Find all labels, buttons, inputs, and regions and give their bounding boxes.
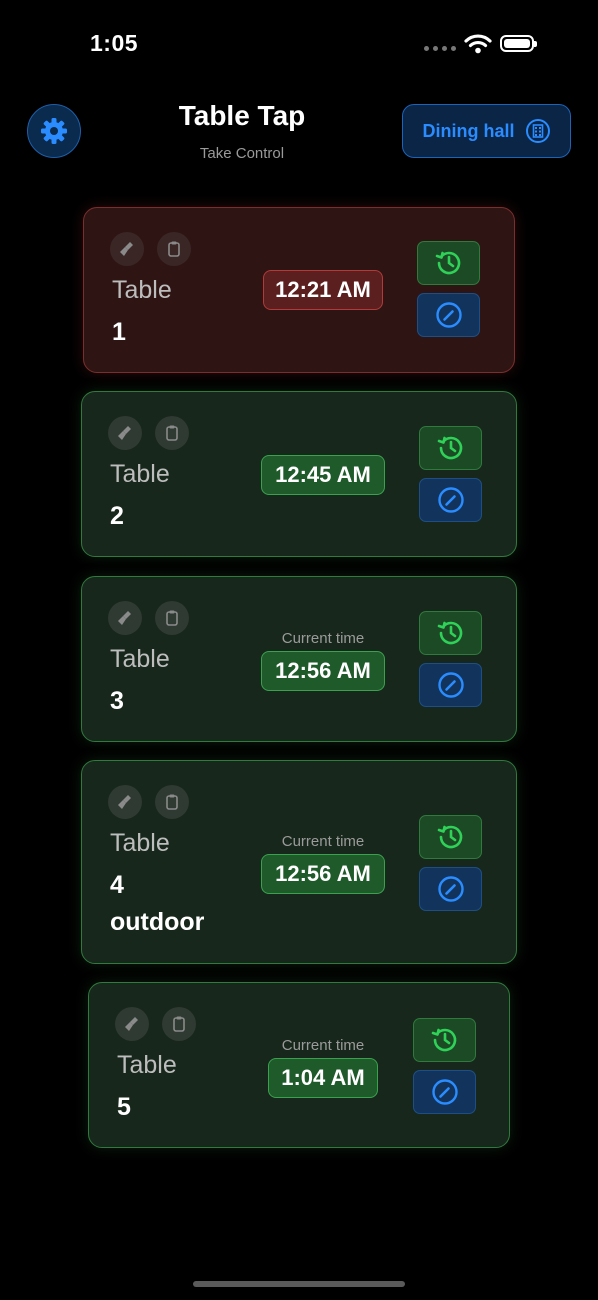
table-number-value: 5 [117,1093,131,1121]
table-label: Table [110,645,170,673]
table-number-value: 3 [110,687,124,715]
time-badge: 12:56 AM [261,854,385,894]
settings-button[interactable] [27,104,81,158]
edit-table-button[interactable] [419,663,482,707]
building-icon [525,119,550,143]
pencil-circle-icon [437,487,464,513]
clean-table-button[interactable] [110,232,144,266]
clipboard-icon [166,794,178,810]
clipboard-icon [166,610,178,626]
orders-button[interactable] [155,601,189,635]
clipboard-icon [173,1016,185,1032]
clock-history-icon [435,251,460,275]
table-quick-actions [108,416,189,450]
status-bar: 1:05 [0,0,598,90]
broom-icon [120,242,133,256]
history-button[interactable] [419,815,482,859]
orders-button[interactable] [155,416,189,450]
clock-history-icon [437,621,462,645]
table-number: 4 outdoor [110,867,204,941]
table-quick-actions [110,232,191,266]
battery-icon [500,35,537,52]
gear-icon [41,118,67,144]
current-time-label: Current time [281,833,365,850]
table-label: Table [110,460,170,488]
time-badge: 12:56 AM [261,651,385,691]
table-label: Table [117,1051,177,1079]
current-time-label: Current time [281,630,365,647]
pencil-circle-icon [437,876,464,902]
edit-table-button[interactable] [419,478,482,522]
app-title: Table Tap [178,100,306,131]
broom-icon [118,611,131,625]
pencil-circle-icon [431,1079,458,1105]
dining-hall-label: Dining hall [422,120,515,141]
history-button[interactable] [413,1018,476,1062]
pencil-circle-icon [435,302,462,328]
history-button[interactable] [417,241,480,285]
broom-icon [118,426,131,440]
clean-table-button[interactable] [108,416,142,450]
table-number: 5 [117,1089,131,1126]
clean-table-button[interactable] [108,601,142,635]
broom-icon [118,795,131,809]
table-number-value: 1 [112,318,126,346]
status-time: 1:05 [90,30,139,56]
pencil-circle-icon [437,672,464,698]
time-badge: 1:04 AM [268,1058,378,1098]
clock-history-icon [437,436,462,460]
table-label: Table [112,276,172,304]
clean-table-button[interactable] [108,785,142,819]
wifi-icon [464,34,492,54]
cellular-signal-icon [424,46,456,51]
orders-button[interactable] [157,232,191,266]
clipboard-icon [166,425,178,441]
table-label: Table [110,829,170,857]
edit-table-button[interactable] [419,867,482,911]
history-button[interactable] [419,426,482,470]
table-number: 1 [112,314,126,351]
home-indicator[interactable] [193,1281,405,1287]
table-quick-actions [115,1007,196,1041]
clean-table-button[interactable] [115,1007,149,1041]
dining-hall-button[interactable]: Dining hall [402,104,571,158]
history-button[interactable] [419,611,482,655]
table-quick-actions [108,785,189,819]
edit-table-button[interactable] [413,1070,476,1114]
broom-icon [125,1017,138,1031]
orders-button[interactable] [162,1007,196,1041]
table-number: 2 [110,498,124,535]
clock-history-icon [431,1028,456,1052]
orders-button[interactable] [155,785,189,819]
table-number-value: 2 [110,502,124,530]
table-location: outdoor [110,908,205,936]
clock-history-icon [437,825,462,849]
time-badge: 12:45 AM [261,455,385,495]
current-time-label: Current time [281,1037,365,1054]
table-number-value: 4 [110,871,124,899]
table-quick-actions [108,601,189,635]
app-subtitle: Take Control [199,145,285,162]
edit-table-button[interactable] [417,293,480,337]
time-badge: 12:21 AM [263,270,383,310]
table-number: 3 [110,683,124,720]
clipboard-icon [168,241,180,257]
